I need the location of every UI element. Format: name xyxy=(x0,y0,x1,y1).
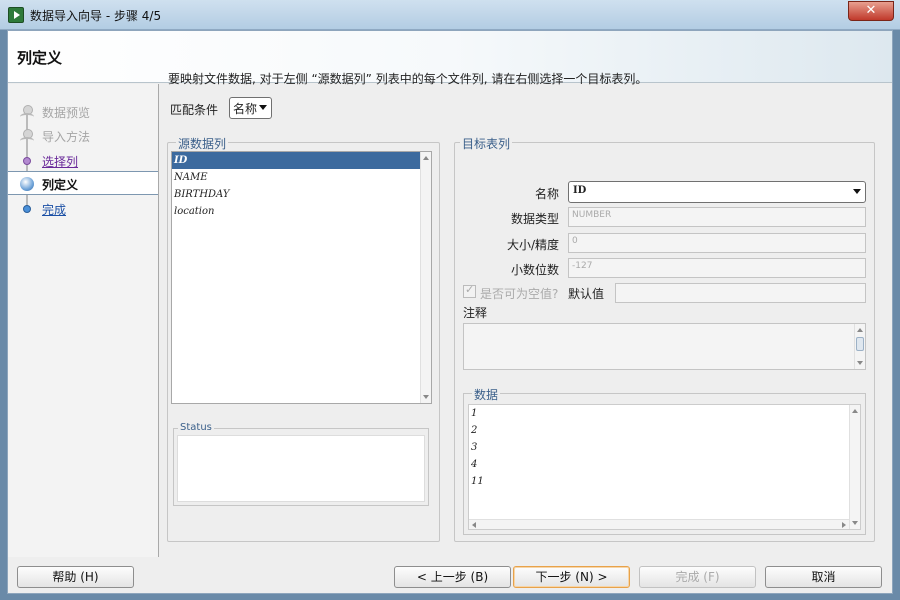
nav-step-label: 数据预览 xyxy=(42,106,91,120)
nav-step-label[interactable]: 选择列 xyxy=(42,153,78,170)
scroll-left-icon[interactable] xyxy=(472,522,476,528)
default-value-field xyxy=(615,283,866,303)
nullable-label: 是否可为空值? xyxy=(480,287,559,301)
finish-button: 完成 (F) xyxy=(639,566,756,588)
nav-step-choose-columns[interactable]: 选择列 xyxy=(8,149,158,173)
scroll-right-icon[interactable] xyxy=(842,522,846,528)
window-title: 数据导入向导 - 步骤 4/5 xyxy=(30,9,162,23)
status-content xyxy=(177,435,425,502)
status-box: Status xyxy=(173,422,429,506)
status-legend: Status xyxy=(178,422,214,433)
step-done-icon xyxy=(20,129,34,143)
list-item[interactable]: NAME xyxy=(172,169,431,186)
nav-step-data-preview: 数据预览 xyxy=(8,100,158,124)
data-type-label: 数据类型 xyxy=(510,212,559,226)
source-columns-legend: 源数据列 xyxy=(176,135,229,152)
data-preview-box: 数据 1 2 3 4 11 xyxy=(463,386,866,535)
default-value-label: 默认值 xyxy=(568,287,605,301)
step-done-icon xyxy=(20,105,34,119)
step-pending-icon xyxy=(20,202,34,216)
list-item: 3 xyxy=(471,442,478,453)
target-columns-legend: 目标表列 xyxy=(460,135,513,152)
target-name-value: ID xyxy=(573,185,587,196)
scroll-down-icon[interactable] xyxy=(423,395,429,399)
list-item: 1 xyxy=(471,408,478,419)
target-name-label: 名称 xyxy=(534,187,559,201)
scroll-up-icon[interactable] xyxy=(423,156,429,160)
size-precision-field: 0 xyxy=(568,233,866,253)
match-condition-value: 名称 xyxy=(233,102,258,116)
data-preview-legend: 数据 xyxy=(472,386,501,403)
data-preview-list[interactable]: 1 2 3 4 11 xyxy=(468,404,861,530)
page-title: 列定义 xyxy=(17,49,63,67)
list-item: 4 xyxy=(471,459,478,470)
next-button[interactable]: 下一步 (N) > xyxy=(513,566,630,588)
source-columns-list[interactable]: ID NAME BIRTHDAY location xyxy=(171,151,432,404)
scroll-down-icon[interactable] xyxy=(852,521,858,525)
nullable-checkbox[interactable] xyxy=(463,283,476,298)
list-item: 2 xyxy=(471,425,478,436)
horizontal-scrollbar[interactable] xyxy=(469,519,849,529)
target-name-select[interactable]: ID xyxy=(568,181,866,203)
data-type-field: NUMBER xyxy=(568,207,866,227)
scale-field: -127 xyxy=(568,258,866,278)
comment-label: 注释 xyxy=(463,306,488,320)
comment-textarea xyxy=(463,323,866,370)
list-item: 11 xyxy=(471,476,484,487)
dropdown-arrow-icon xyxy=(259,105,267,110)
step-current-icon xyxy=(20,177,34,191)
size-precision-label: 大小/精度 xyxy=(506,238,559,252)
scroll-up-icon[interactable] xyxy=(852,409,858,413)
scroll-up-icon xyxy=(857,328,863,332)
nav-step-finish[interactable]: 完成 xyxy=(8,197,158,221)
list-item[interactable]: BIRTHDAY xyxy=(172,186,431,203)
app-icon xyxy=(8,7,24,23)
dropdown-arrow-icon xyxy=(853,189,861,194)
instruction-text: 要映射文件数据, 对于左侧 “源数据列” 列表中的每个文件列, 请在右侧选择一个… xyxy=(168,72,648,86)
match-condition-select[interactable]: 名称 xyxy=(229,97,272,119)
back-button[interactable]: < 上一步 (B) xyxy=(394,566,511,588)
close-button[interactable]: ✕ xyxy=(848,1,894,21)
wizard-steps-nav: 数据预览 导入方法 选择列 列定义 完成 xyxy=(8,84,159,557)
scale-label: 小数位数 xyxy=(510,263,559,277)
nav-step-column-definition[interactable]: 列定义 xyxy=(8,171,158,195)
nav-step-import-method: 导入方法 xyxy=(8,124,158,148)
vertical-scrollbar xyxy=(854,324,865,369)
vertical-scrollbar[interactable] xyxy=(420,152,431,403)
cancel-button[interactable]: 取消 xyxy=(765,566,882,588)
vertical-scrollbar[interactable] xyxy=(849,405,860,529)
nav-step-label[interactable]: 完成 xyxy=(42,201,66,218)
help-button[interactable]: 帮助 (H) xyxy=(17,566,134,588)
nav-step-label: 导入方法 xyxy=(42,130,91,144)
scroll-thumb xyxy=(856,337,864,351)
list-item[interactable]: ID xyxy=(172,152,431,169)
title-bar: 数据导入向导 - 步骤 4/5 ✕ xyxy=(0,0,900,30)
list-item[interactable]: location xyxy=(172,203,431,220)
nav-step-label: 列定义 xyxy=(42,178,79,192)
match-condition-label: 匹配条件 xyxy=(170,103,219,117)
step-visited-icon xyxy=(20,154,34,168)
scroll-down-icon xyxy=(857,361,863,365)
